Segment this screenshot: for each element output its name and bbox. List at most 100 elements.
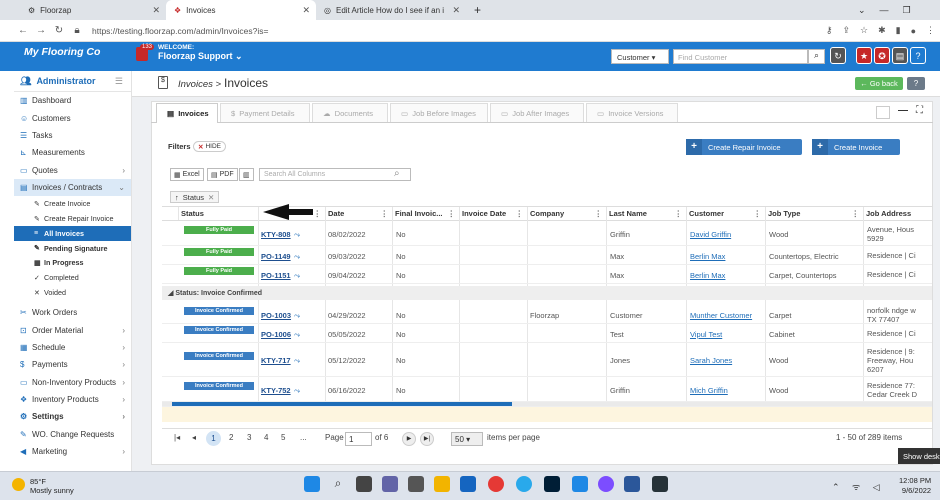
maximize-icon[interactable]: ❐	[903, 5, 911, 16]
breadcrumb[interactable]: Invoices >	[178, 79, 221, 90]
lifebuoy-icon[interactable]: ✪	[874, 47, 890, 64]
invoice-number-link[interactable]: KTY-808	[261, 230, 291, 239]
customer-link[interactable]: Sarah Jones	[690, 356, 732, 365]
back-arrow-icon[interactable]: ←	[14, 25, 32, 36]
page-3-button[interactable]: 3	[247, 433, 251, 442]
key-icon[interactable]: ⚷	[826, 25, 833, 36]
col-header-date[interactable]: Date ⋮	[325, 207, 392, 220]
edge-icon[interactable]	[460, 476, 476, 492]
page-4-button[interactable]: 4	[264, 433, 268, 442]
first-page-icon[interactable]: |◂	[174, 433, 180, 442]
column-menu-icon[interactable]: ⋮	[448, 209, 456, 218]
search-icon[interactable]: ⌕	[808, 49, 825, 64]
close-tab-icon[interactable]: ✕	[302, 5, 310, 16]
file-explorer-icon[interactable]	[434, 476, 450, 492]
sidebar-item-customers[interactable]: ☺ Customers	[14, 109, 131, 126]
sidebar-sub-create-repair-invoice[interactable]: ✎ Create Repair Invoice	[14, 211, 131, 226]
chevron-down-icon[interactable]: ⌄	[858, 5, 866, 16]
tab-job-after-images[interactable]: ▭ Job After Images	[490, 103, 584, 122]
sidebar-item-invoices[interactable]: ▤ Invoices / Contracts ⌄	[14, 178, 131, 197]
teams-icon[interactable]	[382, 476, 398, 492]
customer-link[interactable]: Munther Customer	[690, 311, 752, 320]
minimize-icon[interactable]: —	[880, 5, 889, 15]
sidebar-item-settings[interactable]: ⚙ Settings ›	[14, 408, 131, 425]
page-input[interactable]: 1	[345, 432, 372, 446]
windows-start-icon[interactable]	[304, 476, 320, 492]
settings-icon[interactable]: ▤	[892, 47, 908, 64]
col-header-customer[interactable]: Customer ⋮	[686, 207, 765, 220]
invoice-number-link[interactable]: KTY-717	[261, 356, 291, 365]
brand-name[interactable]: My Flooring Co	[0, 42, 132, 71]
app-icon[interactable]	[408, 476, 424, 492]
columns-icon[interactable]: ▥	[239, 168, 254, 181]
search-columns-input[interactable]: Search All Columns	[259, 168, 411, 181]
sidebar-item-tasks[interactable]: ☰ Tasks	[14, 127, 131, 144]
invoice-number-link[interactable]: PO-1151	[261, 271, 291, 280]
sidebar-sub-create-invoice[interactable]: ✎ Create Invoice	[14, 196, 131, 211]
find-customer-input[interactable]: Find Customer	[673, 49, 808, 64]
telegram-icon[interactable]	[516, 476, 532, 492]
page-more-button[interactable]: ...	[300, 433, 307, 442]
column-menu-icon[interactable]: ⋮	[381, 209, 389, 218]
photoshop-icon[interactable]	[544, 476, 560, 492]
page-1-button[interactable]: 1	[206, 431, 221, 446]
page-5-button[interactable]: 5	[281, 433, 285, 442]
profile-icon[interactable]: ●	[911, 26, 916, 36]
activity-icon[interactable]: ⤳	[294, 386, 300, 395]
col-header-job-address[interactable]: Job Address	[863, 207, 932, 220]
customer-link[interactable]: Vipul Test	[690, 330, 722, 339]
sidebar-item-wo-change-requests[interactable]: ✎ WO. Change Requests	[14, 426, 131, 443]
collapse-icon[interactable]: ◢	[168, 290, 173, 297]
help-icon[interactable]: ?	[910, 47, 926, 64]
col-header-invoice-date[interactable]: Invoice Date ⋮	[459, 207, 527, 220]
new-tab-button[interactable]: +	[466, 0, 486, 20]
activity-icon[interactable]: ⤳	[294, 252, 300, 261]
close-tab-icon[interactable]: ✕	[152, 5, 160, 16]
activity-icon[interactable]: ⤳	[294, 271, 300, 280]
customer-link[interactable]: Berlin Max	[690, 252, 725, 261]
customer-link[interactable]: David Griffin	[690, 230, 731, 239]
export-excel-button[interactable]: ▦ Excel	[170, 168, 204, 181]
star-icon[interactable]: ☆	[860, 25, 868, 36]
extensions-icon[interactable]: ✱	[878, 25, 886, 36]
app-icon[interactable]	[652, 476, 668, 492]
help-button[interactable]: ?	[907, 77, 925, 90]
sidebar-item-dashboard[interactable]: ▥ Dashboard	[14, 92, 131, 109]
hamburger-icon[interactable]: ☰	[115, 76, 123, 87]
tab-invoice-versions[interactable]: ▭ Invoice Versions	[586, 103, 678, 122]
column-menu-icon[interactable]: ⋮	[516, 209, 524, 218]
welcome-block[interactable]: WELCOME: Floorzap Support ⌄	[140, 44, 243, 62]
activity-icon[interactable]: ⤳	[294, 311, 300, 320]
invoice-number-link[interactable]: PO-1149	[261, 252, 291, 261]
hide-filters-button[interactable]: ✕ HIDE	[193, 141, 226, 152]
star-icon[interactable]: ★	[856, 47, 872, 64]
tab-payment-details[interactable]: $ Payment Details	[220, 103, 310, 122]
sidepanel-icon[interactable]: ▮	[896, 25, 901, 36]
sidebar-sub-voided[interactable]: ✕ Voided	[14, 285, 131, 300]
customer-link[interactable]: Mich Griffin	[690, 386, 728, 395]
chrome-icon[interactable]	[488, 476, 504, 492]
create-invoice-button[interactable]: + Create Invoice	[812, 139, 900, 155]
column-menu-icon[interactable]: ⋮	[852, 209, 860, 218]
forward-arrow-icon[interactable]: →	[32, 25, 50, 36]
sidebar-item-non-inventory-products[interactable]: ▭ Non-Inventory Products ›	[14, 373, 131, 390]
invoice-number-link[interactable]: PO-1003	[261, 311, 291, 320]
browser-tab[interactable]: ⚙ Floorzap ✕	[20, 0, 166, 20]
sidebar-item-order-material[interactable]: ⊡ Order Material ›	[14, 321, 131, 338]
next-page-icon[interactable]: ▶	[402, 432, 416, 446]
sidebar-item-marketing[interactable]: ◀ Marketing ›	[14, 443, 131, 460]
app-icon[interactable]	[598, 476, 614, 492]
user-menu[interactable]: Floorzap Support ⌄	[158, 51, 243, 62]
sidebar-sub-all-invoices[interactable]: ≡ All Invoices	[14, 225, 131, 241]
sidebar-item-measurements[interactable]: ⊾ Measurements	[14, 144, 131, 161]
invoice-number-link[interactable]: KTY-752	[261, 386, 291, 395]
activity-icon[interactable]: ⤳	[294, 230, 300, 239]
browser-tab-active[interactable]: ❖ Invoices ✕	[166, 0, 316, 20]
app-icon[interactable]	[572, 476, 588, 492]
expand-icon[interactable]: ⛶	[916, 105, 923, 116]
sidebar-item-schedule[interactable]: ▦ Schedule ›	[14, 339, 131, 356]
column-menu-icon[interactable]: ⋮	[595, 209, 603, 218]
go-back-button[interactable]: ← Go back	[855, 77, 903, 90]
sidebar-sub-in-progress[interactable]: ▦ In Progress	[14, 256, 131, 271]
export-pdf-button[interactable]: ▤ PDF	[207, 168, 238, 181]
